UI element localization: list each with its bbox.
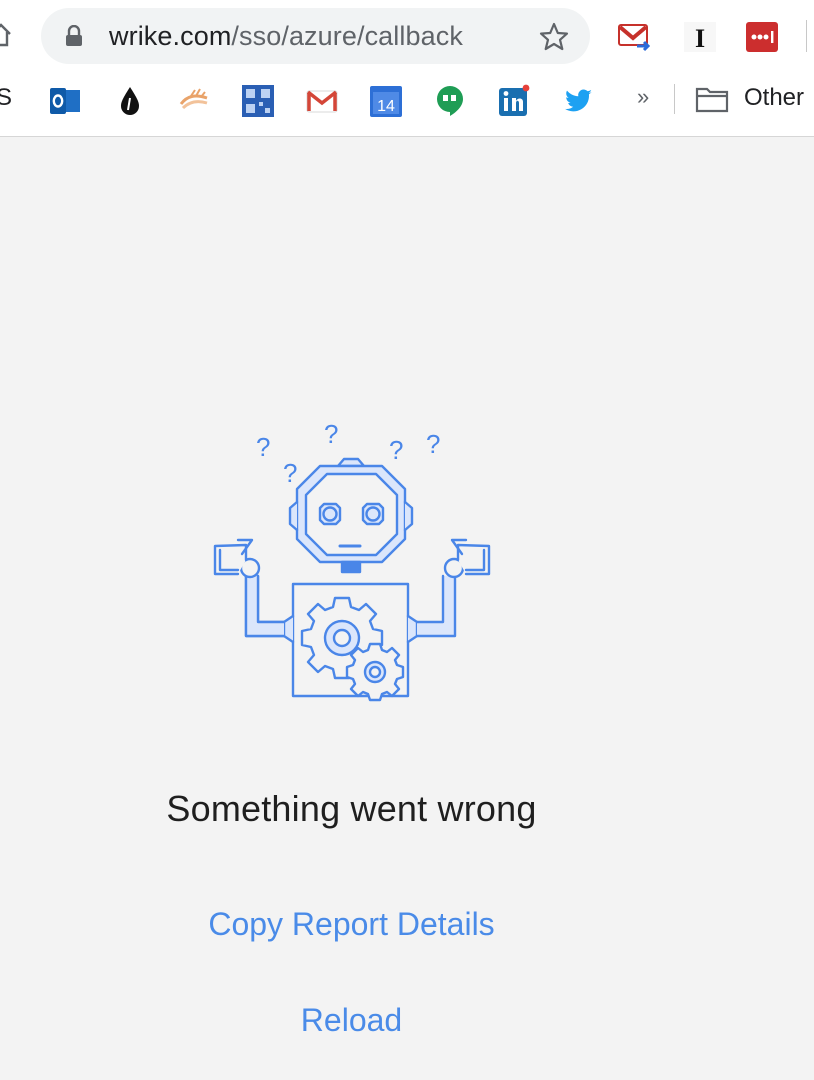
- copy-report-details-link[interactable]: Copy Report Details: [0, 906, 703, 943]
- url-path: /sso/azure/callback: [231, 21, 463, 51]
- calendar-icon[interactable]: 14: [369, 84, 403, 118]
- svg-text:I: I: [695, 24, 705, 52]
- reload-link[interactable]: Reload: [0, 1002, 703, 1039]
- url-text[interactable]: wrike.com/sso/azure/callback: [109, 21, 463, 52]
- hangouts-icon[interactable]: [433, 84, 467, 118]
- lock-icon: [66, 25, 82, 46]
- calendar-day: 14: [377, 98, 395, 115]
- twitter-icon[interactable]: [561, 84, 595, 118]
- svg-text:?: ?: [256, 432, 270, 462]
- svg-text:?: ?: [426, 429, 440, 459]
- linkedin-icon[interactable]: [497, 84, 531, 118]
- instapaper-icon[interactable]: I: [684, 22, 716, 52]
- folder-icon[interactable]: [695, 84, 729, 114]
- home-icon[interactable]: [0, 22, 12, 48]
- address-bar[interactable]: wrike.com/sso/azure/callback: [41, 8, 590, 64]
- lastpass-icon[interactable]: [746, 22, 778, 52]
- svg-text:?: ?: [283, 458, 297, 488]
- other-bookmarks-label[interactable]: Other: [744, 84, 804, 112]
- qr-icon[interactable]: [241, 84, 275, 118]
- outlook-icon[interactable]: [48, 84, 82, 118]
- browser-toolbar: wrike.com/sso/azure/callback I S 14 » Ot…: [0, 0, 814, 137]
- svg-text:?: ?: [389, 435, 403, 465]
- ink-drop-icon[interactable]: [113, 84, 147, 118]
- gmail-notifier-icon[interactable]: [618, 22, 650, 52]
- bookmark-label-cut[interactable]: S: [0, 84, 12, 112]
- url-host: wrike.com: [109, 21, 232, 51]
- confused-robot-illustration: ? ? ? ? ?: [213, 419, 491, 702]
- svg-text:?: ?: [324, 419, 338, 449]
- error-title: Something went wrong: [166, 788, 537, 829]
- hands-icon[interactable]: [177, 84, 211, 118]
- bookmarks-divider: [674, 84, 675, 114]
- bookmarks-overflow-button[interactable]: »: [637, 84, 649, 110]
- gmail-icon[interactable]: [305, 84, 339, 118]
- toolbar-divider: [806, 20, 807, 52]
- bookmark-star-icon[interactable]: [539, 22, 569, 52]
- small-gear-icon: [345, 642, 405, 702]
